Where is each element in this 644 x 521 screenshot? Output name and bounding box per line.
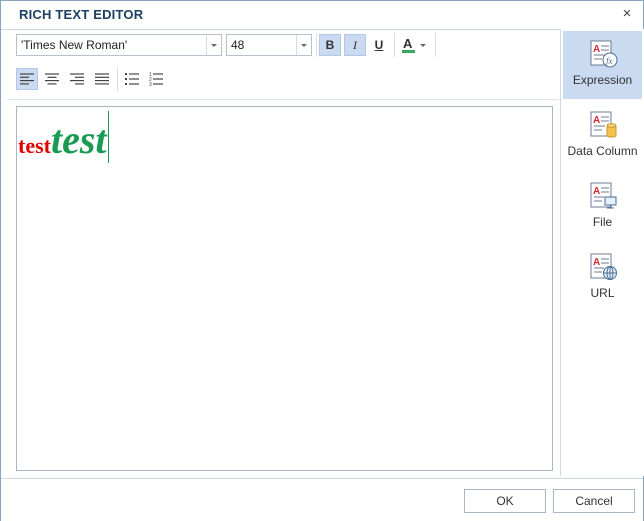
align-left-icon	[20, 73, 34, 85]
toolbar-divider	[394, 33, 395, 57]
chevron-down-icon	[420, 44, 426, 47]
sidebar-item-label: URL	[590, 286, 615, 300]
editor-content[interactable]: testtest	[18, 111, 109, 163]
svg-text:A: A	[593, 186, 600, 197]
toolbar-divider	[316, 33, 317, 57]
toolbar-divider	[435, 33, 436, 57]
formatting-toolbar: 'Times New Roman' 48 B I U A 1 2 3	[11, 31, 559, 97]
toolbar-bottom-divider	[7, 99, 559, 100]
font-family-value: 'Times New Roman'	[21, 38, 128, 52]
sidebar-item-label: Data Column	[567, 144, 638, 158]
svg-text:A: A	[593, 115, 600, 126]
align-left-button[interactable]	[16, 68, 38, 90]
bulleted-list-button[interactable]	[121, 68, 143, 90]
url-icon: A	[590, 253, 617, 280]
dialog-title: RICH TEXT EDITOR	[19, 7, 144, 22]
align-right-button[interactable]	[66, 68, 88, 90]
align-justify-icon	[95, 73, 109, 85]
toolbar-divider	[117, 67, 118, 91]
title-bar: RICH TEXT EDITOR ×	[1, 1, 643, 30]
ok-button[interactable]: OK	[464, 489, 546, 513]
align-right-icon	[70, 73, 84, 85]
sidebar-item-expression[interactable]: A fx Expression	[563, 31, 642, 99]
italic-button[interactable]: I	[344, 34, 366, 56]
sidebar-item-label: File	[592, 215, 613, 229]
bold-button[interactable]: B	[319, 34, 341, 56]
underline-button[interactable]: U	[368, 34, 390, 56]
sidebar-item-label: Expression	[572, 73, 633, 87]
justify-button[interactable]	[91, 68, 113, 90]
file-icon: A	[590, 182, 617, 209]
sidebar-item-data-column[interactable]: A Data Column	[563, 102, 642, 170]
expression-icon: A fx	[590, 40, 618, 68]
font-size-value: 48	[231, 38, 245, 52]
font-color-button[interactable]: A	[398, 34, 430, 56]
font-family-select[interactable]: 'Times New Roman'	[16, 34, 222, 56]
text-caret	[107, 111, 109, 163]
cancel-button[interactable]: Cancel	[553, 489, 635, 513]
chevron-down-icon[interactable]	[296, 35, 311, 55]
data-column-icon: A	[590, 111, 617, 138]
sidebar-item-url[interactable]: A URL	[563, 244, 642, 312]
align-center-button[interactable]	[41, 68, 63, 90]
text-run-red: test	[18, 133, 51, 158]
chevron-down-icon[interactable]	[206, 35, 221, 55]
close-icon[interactable]: ×	[619, 6, 635, 22]
text-run-green-italic: test	[50, 117, 107, 162]
svg-text:3: 3	[149, 82, 152, 86]
insert-sidebar: A fx Expression A Data Column A File A U…	[560, 29, 644, 476]
svg-text:A: A	[593, 257, 600, 268]
bullet-list-icon	[125, 73, 139, 85]
font-size-select[interactable]: 48	[226, 34, 312, 56]
dialog-footer: OK Cancel	[1, 478, 643, 521]
svg-text:fx: fx	[606, 56, 613, 66]
rich-text-area[interactable]: testtest	[16, 106, 553, 471]
align-center-icon	[45, 73, 59, 85]
numbered-list-icon: 123	[149, 72, 163, 88]
sidebar-item-file[interactable]: A File	[563, 173, 642, 241]
font-color-swatch	[402, 50, 415, 53]
svg-text:A: A	[593, 44, 600, 55]
rich-text-editor-dialog: RICH TEXT EDITOR × 'Times New Roman' 48 …	[0, 0, 644, 521]
numbered-list-button[interactable]: 123	[145, 68, 167, 90]
